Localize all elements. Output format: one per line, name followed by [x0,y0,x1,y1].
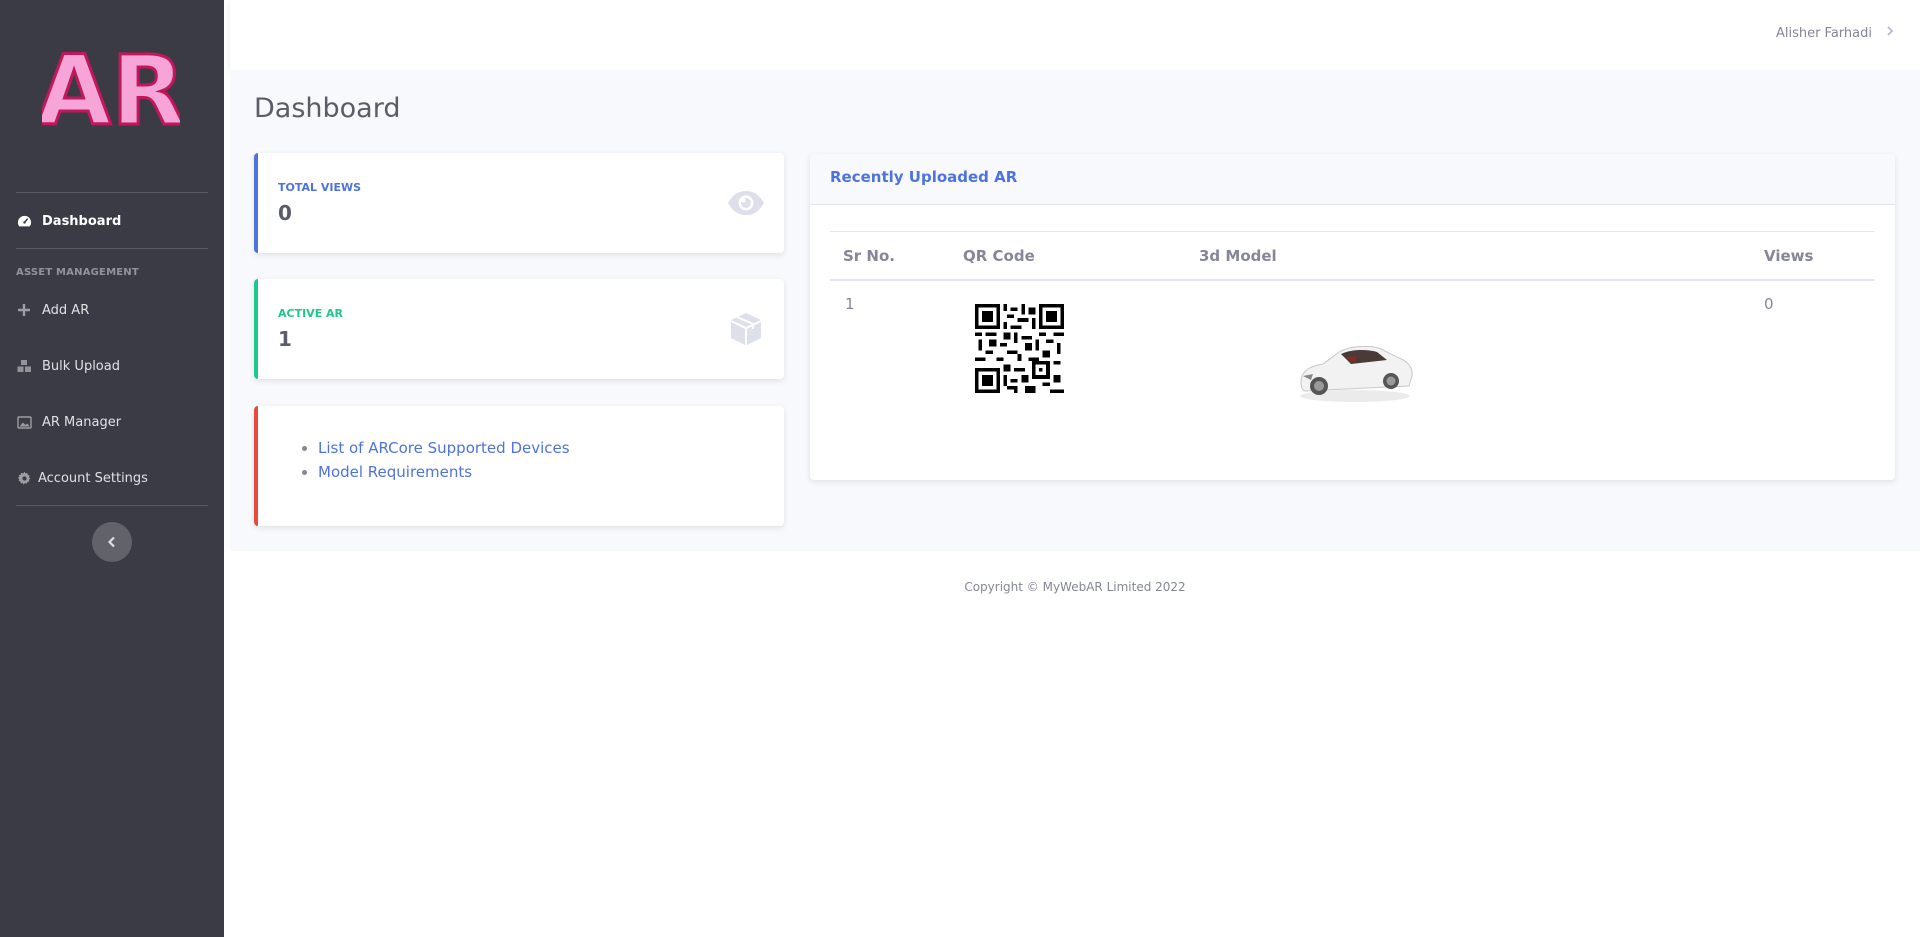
footer: Copyright © MyWebAR Limited 2022 [230,580,1920,594]
logo-text: AR [42,44,180,134]
sidebar-item-label: Bulk Upload [42,358,120,374]
card-accent-bar [254,153,258,253]
sidebar-divider [16,248,208,249]
sidebar-item-label: AR Manager [42,414,122,430]
recent-uploads-card: Recently Uploaded AR Sr No. QR Code 3d M… [810,154,1895,480]
column-header-qr-code: QR Code [963,247,1035,265]
column-header-3d-model: 3d Model [1199,247,1277,265]
stat-label: ACTIVE AR [278,307,344,320]
card-header: Recently Uploaded AR [810,154,1895,205]
sidebar-item-label: Account Settings [38,470,148,486]
sidebar-item-ar-manager[interactable]: AR Manager [16,411,121,433]
dashboard-gauge-icon [16,213,32,229]
help-links-list: List of ARCore Supported Devices Model R… [318,436,570,484]
ar-logo[interactable]: AR [35,34,186,149]
sidebar: AR Dashboard ASSET MANAGEMENT Add AR Bul… [0,0,224,937]
column-header-sr-no: Sr No. [843,247,895,265]
plus-icon [16,302,32,318]
table-header: Sr No. QR Code 3d Model Views [830,231,1875,281]
sidebar-divider [16,505,208,506]
chevron-right-icon [1886,25,1894,41]
cube-icon [726,309,766,349]
stat-value: 0 [278,201,292,225]
card-accent-bar [254,406,258,526]
gear-icon [16,470,32,486]
page-title: Dashboard [254,93,401,124]
sidebar-item-account-settings[interactable]: Account Settings [16,467,148,489]
topbar: Alisher Farhadi [230,0,1920,70]
stat-label: TOTAL VIEWS [278,181,362,194]
user-menu[interactable]: Alisher Farhadi [1776,25,1894,41]
list-item: Model Requirements [318,460,570,484]
eye-icon [726,183,766,223]
boxes-icon [16,358,32,374]
sidebar-item-bulk-upload[interactable]: Bulk Upload [16,355,120,377]
sidebar-divider [16,192,208,193]
car-3d-model-thumbnail[interactable] [1295,336,1415,406]
help-links-card: List of ARCore Supported Devices Model R… [254,406,784,526]
qr-code-image[interactable] [975,304,1064,393]
sidebar-heading: ASSET MANAGEMENT [16,267,139,278]
sidebar-item-dashboard[interactable]: Dashboard [16,210,121,232]
stat-value: 1 [278,327,292,351]
card-title: Recently Uploaded AR [830,168,1018,186]
copyright-text: Copyright © MyWebAR Limited 2022 [964,580,1186,594]
card-accent-bar [254,279,258,379]
sidebar-item-label: Add AR [42,302,90,318]
sr-no-cell: 1 [845,295,855,313]
sidebar-toggle-button[interactable] [92,522,132,562]
views-cell: 0 [1764,295,1774,313]
table-row[interactable]: 1 0 [830,281,1875,411]
list-item: List of ARCore Supported Devices [318,436,570,460]
image-icon [16,414,32,430]
arcore-devices-link[interactable]: List of ARCore Supported Devices [318,439,570,457]
column-header-views: Views [1764,247,1814,265]
recent-uploads-table: Sr No. QR Code 3d Model Views 1 0 [830,231,1875,411]
sidebar-item-label: Dashboard [42,213,122,229]
chevron-left-icon [107,533,117,552]
total-views-card: TOTAL VIEWS 0 [254,153,784,253]
user-name: Alisher Farhadi [1775,25,1872,41]
model-requirements-link[interactable]: Model Requirements [318,463,472,481]
sidebar-item-add-ar[interactable]: Add AR [16,299,89,321]
active-ar-card: ACTIVE AR 1 [254,279,784,379]
